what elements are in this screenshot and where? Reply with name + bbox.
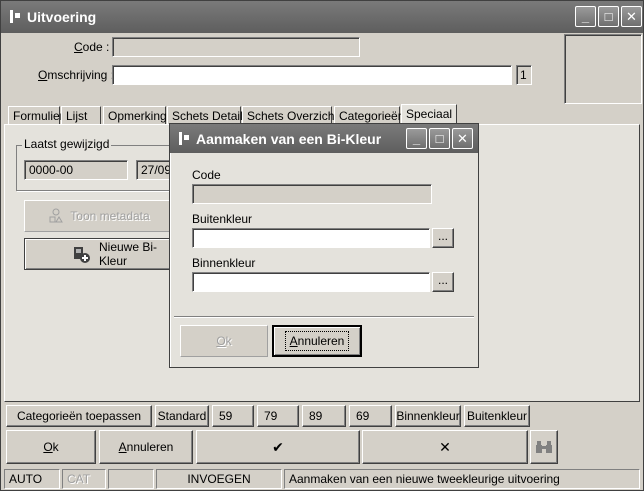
status-cat: CAT: [62, 469, 106, 489]
binnenkleur-label: Binnenkleur: [192, 256, 256, 270]
cross-icon: ✕: [439, 438, 451, 455]
date-field-1: 0000-00: [24, 160, 128, 180]
tab-speciaal[interactable]: Speciaal: [401, 104, 457, 124]
app-icon: [7, 9, 23, 25]
dialog-annuleren-button[interactable]: Annuleren: [272, 325, 362, 357]
filter-buitenkleur[interactable]: Buitenkleur: [464, 405, 530, 427]
tab-schets-detail[interactable]: Schets Detail: [167, 106, 243, 124]
omschrijving-label: Omschrijving :: [38, 68, 115, 82]
status-mode: AUTO: [4, 469, 60, 489]
tab-schets-overzicht[interactable]: Schets Overzicht: [242, 106, 338, 124]
status-empty: [108, 469, 154, 489]
code-field[interactable]: [112, 37, 360, 57]
dialog-code-label: Code: [192, 168, 221, 182]
nieuwe-bikleur-button[interactable]: Nieuwe Bi-Kleur: [24, 238, 174, 270]
ok-button[interactable]: Ok: [6, 430, 96, 464]
dialog-separator-light: [174, 317, 474, 318]
status-message: Aanmaken van een nieuwe tweekleurige uit…: [284, 469, 640, 489]
tab-categorieen[interactable]: Categorieën: [334, 106, 404, 124]
metadata-icon: [48, 208, 64, 224]
dialog-app-icon: [176, 131, 192, 147]
check-icon: ✔: [272, 438, 284, 455]
dialog-annuleren-label: Annuleren: [284, 331, 350, 351]
window-title: Uitvoering: [27, 9, 97, 25]
dialog-code-field: [192, 184, 432, 204]
dialog-ok-label: Ok: [216, 334, 232, 348]
tab-lijst[interactable]: Lijst: [61, 106, 101, 124]
dialog-maximize-button[interactable]: □: [429, 128, 450, 149]
code-label: Code :: [74, 40, 110, 54]
dialog-titlebar: Aanmaken van een Bi-Kleur _ □ ✕: [170, 124, 478, 153]
filter-89[interactable]: 89: [302, 405, 346, 427]
annuleren-label: Annuleren: [118, 440, 174, 454]
filter-59[interactable]: 59: [212, 405, 254, 427]
binnenkleur-field[interactable]: [192, 272, 430, 292]
ok-label: Ok: [43, 440, 59, 454]
dialog-close-button[interactable]: ✕: [452, 128, 473, 149]
buitenkleur-field[interactable]: [192, 228, 430, 248]
buitenkleur-label: Buitenkleur: [192, 212, 253, 226]
dialog-minimize-button[interactable]: _: [406, 128, 427, 149]
main-titlebar: Uitvoering _ □ ✕: [1, 1, 643, 33]
close-button[interactable]: ✕: [621, 6, 642, 27]
toon-metadata-button[interactable]: Toon metadata: [24, 200, 174, 232]
minimize-button[interactable]: _: [575, 6, 596, 27]
group-title: Laatst gewijzigd: [22, 137, 112, 151]
nieuwe-bikleur-label: Nieuwe Bi-Kleur: [99, 240, 158, 268]
tab-formulier[interactable]: Formulier: [8, 106, 64, 124]
filter-69[interactable]: 69: [349, 405, 392, 427]
dialog-ok-button[interactable]: Ok: [180, 325, 268, 357]
filter-binnenkleur[interactable]: Binnenkleur: [395, 405, 461, 427]
tab-opmerking[interactable]: Opmerking: [103, 106, 167, 124]
omschrijving-field[interactable]: [112, 65, 512, 85]
confirm-button[interactable]: ✔: [196, 430, 360, 464]
search-button[interactable]: [530, 430, 558, 464]
toon-metadata-label: Toon metadata: [70, 209, 150, 223]
filter-79[interactable]: 79: [257, 405, 299, 427]
image-preview: [564, 34, 642, 104]
discard-button[interactable]: ✕: [362, 430, 528, 464]
new-bicolor-icon: [73, 246, 91, 264]
binnenkleur-browse-button[interactable]: ...: [432, 272, 454, 292]
binoculars-icon: [536, 440, 552, 454]
status-insert: INVOEGEN: [156, 469, 282, 489]
record-counter: 1: [516, 65, 532, 85]
filter-standard[interactable]: Standard: [155, 405, 209, 427]
maximize-button[interactable]: □: [598, 6, 619, 27]
annuleren-button[interactable]: Annuleren: [99, 430, 193, 464]
categorieen-toepassen-button[interactable]: Categorieën toepassen: [6, 405, 152, 427]
buitenkleur-browse-button[interactable]: ...: [432, 228, 454, 248]
dialog-title: Aanmaken van een Bi-Kleur: [196, 130, 382, 147]
